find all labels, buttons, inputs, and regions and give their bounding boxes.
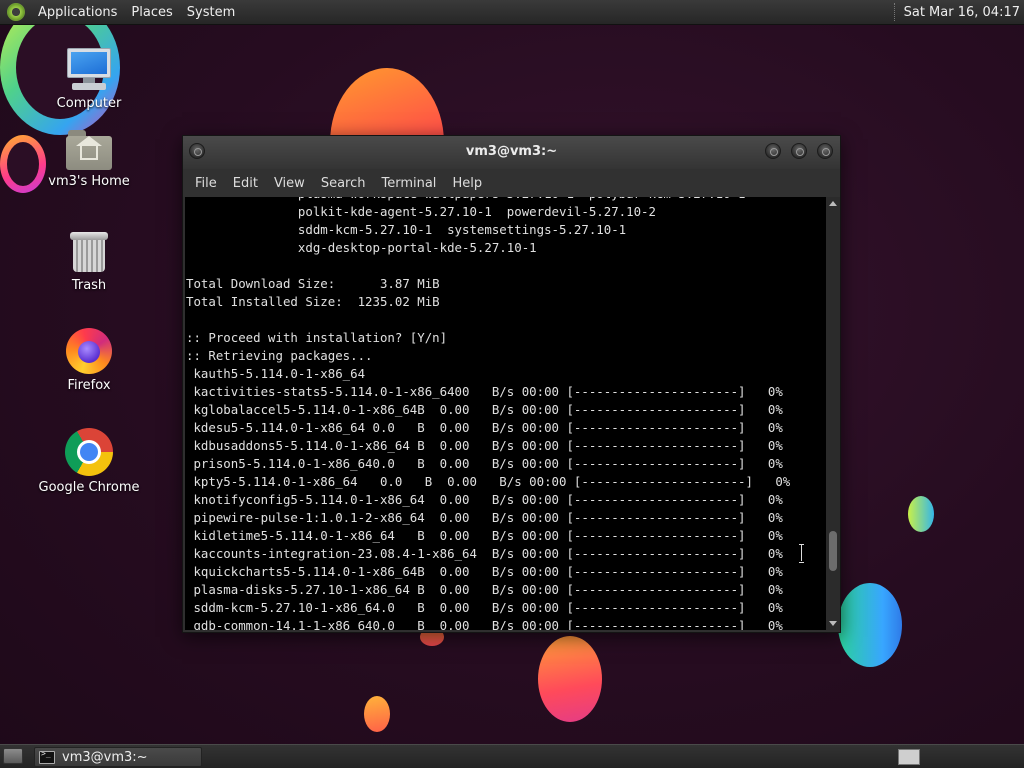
terminal-line: sddm-kcm-5.27.10-1-x86_64.0 B 0.00 B/s 0… — [186, 600, 783, 615]
places-menu[interactable]: Places — [124, 5, 179, 20]
home-folder-icon — [66, 130, 112, 170]
menu-terminal[interactable]: Terminal — [373, 176, 444, 191]
close-button[interactable] — [817, 143, 833, 159]
workspace-switcher[interactable] — [898, 749, 920, 765]
clock[interactable]: Sat Mar 16, 04:17 — [904, 5, 1024, 20]
terminal-line: kauth5-5.114.0-1-x86_64 — [186, 366, 366, 381]
terminal-text: plasma-workspace-wallpapers-5.27.10-1 po… — [186, 197, 790, 630]
terminal-line: prison5-5.114.0-1-x86_640.0 B 0.00 B/s 0… — [186, 456, 783, 471]
desktop-icon-label: Firefox — [67, 378, 111, 393]
menu-edit[interactable]: Edit — [225, 176, 266, 191]
show-desktop-icon[interactable] — [3, 748, 23, 764]
scrollbar-thumb[interactable] — [829, 531, 837, 571]
taskbar-label: vm3@vm3:~ — [62, 749, 148, 765]
terminal-line: kquickcharts5-5.114.0-1-x86_64B 0.00 B/s… — [186, 564, 783, 579]
terminal-line: pipewire-pulse-1:1.0.1-2-x86_64 0.00 B/s… — [186, 510, 783, 525]
desktop-icon-computer[interactable]: Computer — [34, 46, 144, 111]
menu-help[interactable]: Help — [444, 176, 490, 191]
desktop-icon-label: Computer — [56, 96, 122, 111]
maximize-button[interactable] — [791, 143, 807, 159]
terminal-line: Total Download Size: 3.87 MiB — [186, 276, 440, 291]
window-title: vm3@vm3:~ — [465, 144, 558, 159]
applications-menu[interactable]: Applications — [31, 5, 124, 20]
terminal-window: vm3@vm3:~ File Edit View Search Terminal… — [182, 135, 841, 633]
window-titlebar[interactable]: vm3@vm3:~ — [183, 136, 840, 169]
panel-separator — [893, 3, 896, 21]
terminal-output[interactable]: plasma-workspace-wallpapers-5.27.10-1 po… — [185, 197, 826, 630]
scroll-up-arrow-icon[interactable] — [829, 201, 837, 206]
background-orange-blob — [538, 636, 602, 722]
computer-icon — [64, 46, 114, 92]
text-cursor-icon — [799, 544, 805, 563]
top-panel: Applications Places System Sat Mar 16, 0… — [0, 0, 1024, 25]
desktop-icon-trash[interactable]: Trash — [34, 230, 144, 293]
terminal-line: kidletime5-5.114.0-1-x86_64 B 0.00 B/s 0… — [186, 528, 783, 543]
terminal-line: knotifyconfig5-5.114.0-1-x86_64 0.00 B/s… — [186, 492, 783, 507]
desktop-icon-label: Google Chrome — [38, 480, 140, 495]
terminal-line: kglobalaccel5-5.114.0-1-x86_64B 0.00 B/s… — [186, 402, 783, 417]
terminal-line: :: Retrieving packages... — [186, 348, 373, 363]
terminal-scrollbar[interactable] — [826, 197, 840, 630]
menu-file[interactable]: File — [187, 176, 225, 191]
terminal-icon — [39, 749, 55, 764]
taskbar-terminal-button[interactable]: vm3@vm3:~ — [34, 747, 202, 767]
desktop-icon-firefox[interactable]: Firefox — [34, 328, 144, 393]
menu-search[interactable]: Search — [313, 176, 374, 191]
terminal-line: kpty5-5.114.0-1-x86_64 0.0 B 0.00 B/s 00… — [186, 474, 791, 489]
terminal-line: sddm-kcm-5.27.10-1 systemsettings-5.27.1… — [186, 222, 627, 237]
background-blue-blob — [838, 583, 902, 667]
system-menu[interactable]: System — [180, 5, 242, 20]
scroll-down-arrow-icon[interactable] — [829, 621, 837, 626]
terminal-line: kactivities-stats5-5.114.0-1-x86_6400 B/… — [186, 384, 783, 399]
window-menubar: File Edit View Search Terminal Help — [183, 169, 840, 197]
terminal-line: kaccounts-integration-23.08.4-1-x86_64 B… — [186, 546, 783, 561]
terminal-line: kdesu5-5.114.0-1-x86_64 0.0 B 0.00 B/s 0… — [186, 420, 783, 435]
background-orange-blob — [364, 696, 390, 732]
terminal-line: polkit-kde-agent-5.27.10-1 powerdevil-5.… — [186, 204, 656, 219]
menu-view[interactable]: View — [266, 176, 313, 191]
terminal-line: gdb-common-14.1-1-x86_640.0 B 0.00 B/s 0… — [186, 618, 783, 630]
desktop-icon-chrome[interactable]: Google Chrome — [34, 428, 144, 495]
bottom-panel: vm3@vm3:~ — [0, 744, 1024, 768]
minimize-button[interactable] — [765, 143, 781, 159]
desktop-icon-label: vm3's Home — [48, 174, 130, 189]
terminal-line: plasma-disks-5.27.10-1-x86_64 B 0.00 B/s… — [186, 582, 783, 597]
firefox-icon — [66, 328, 112, 374]
terminal-line: Total Installed Size: 1235.02 MiB — [186, 294, 440, 309]
chrome-icon — [65, 428, 113, 476]
terminal-line: :: Proceed with installation? [Y/n] — [186, 330, 448, 345]
terminal-line: xdg-desktop-portal-kde-5.27.10-1 — [186, 240, 537, 255]
terminal-line: kdbusaddons5-5.114.0-1-x86_64 B 0.00 B/s… — [186, 438, 783, 453]
background-blue-blob — [908, 496, 934, 532]
desktop-icon-label: Trash — [71, 278, 107, 293]
mate-logo-icon[interactable] — [7, 3, 25, 21]
desktop-icon-home[interactable]: vm3's Home — [34, 130, 144, 189]
trash-icon — [70, 230, 108, 274]
